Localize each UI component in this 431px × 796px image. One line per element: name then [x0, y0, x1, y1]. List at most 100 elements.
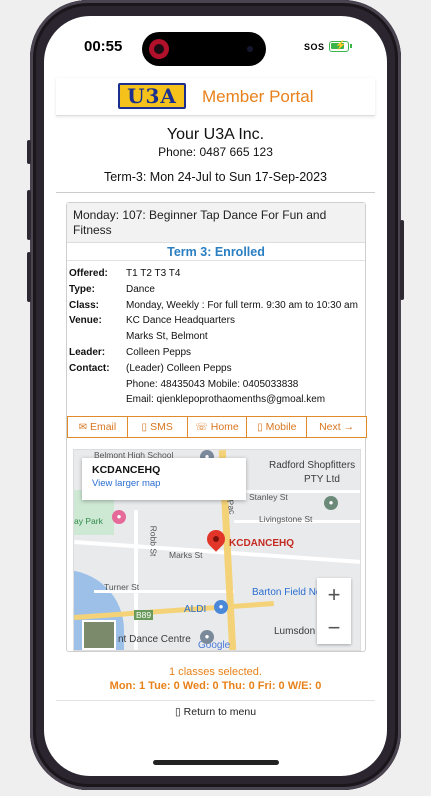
- pin-label: KCDANCEHQ: [229, 538, 294, 549]
- term-dates: Term-3: Mon 24-Jul to Sun 17-Sep-2023: [103, 170, 328, 184]
- map-label: B89: [134, 610, 154, 620]
- volume-up-button: [27, 190, 31, 240]
- detail-label: Class:: [69, 299, 100, 311]
- battery-charging-icon: ⚡: [329, 40, 352, 52]
- detail-label: Leader:: [69, 346, 106, 358]
- app-header: U3A Member Portal: [56, 78, 375, 116]
- venue-map[interactable]: Belmont High School Radford Shopfitters …: [73, 449, 361, 651]
- view-larger-map-link[interactable]: View larger map: [92, 478, 236, 489]
- location-marker-icon: ●: [324, 496, 338, 510]
- sms-button[interactable]: ▯ SMS: [126, 416, 188, 438]
- detail-row: Marks St, Belmont: [69, 329, 365, 345]
- location-marker-icon: ●: [200, 630, 214, 644]
- volume-down-button: [27, 252, 31, 302]
- contact-actions: ✉ Email ▯ SMS ☏ Home ▯ Mobile Next →: [67, 416, 367, 438]
- next-button-label: Next →: [319, 421, 355, 433]
- front-camera-icon: [247, 46, 253, 52]
- detail-row: Email: qienklepoprothaomenths@gmoal.kem: [69, 392, 365, 408]
- detail-row: Class: Monday, Weekly : For full term. 9:…: [69, 298, 365, 314]
- detail-value: Monday, Weekly : For full term. 9:30 am …: [126, 299, 358, 311]
- map-label: Marks St: [169, 550, 203, 560]
- mobile-button-label: Mobile: [265, 421, 297, 433]
- return-label: Return to menu: [183, 706, 257, 718]
- recording-indicator-icon: [149, 39, 169, 59]
- map-label: ay Park: [74, 516, 103, 526]
- map-label: Pac: [225, 498, 238, 516]
- return-to-menu-button[interactable]: ▯ Return to menu: [56, 700, 375, 722]
- page-content: U3A Member Portal Your U3A Inc. Phone: 0…: [56, 78, 375, 718]
- map-label: Turner St: [104, 582, 140, 592]
- email-button[interactable]: ✉ Email: [67, 416, 128, 438]
- portal-title: Member Portal: [202, 87, 314, 106]
- next-button[interactable]: Next →: [306, 416, 367, 438]
- org-phone: Phone: 0487 665 123: [158, 145, 273, 159]
- detail-label: Venue:: [69, 315, 102, 327]
- detail-row: Offered: T1 T2 T3 T4: [69, 266, 365, 282]
- sms-button-label: SMS: [150, 421, 173, 433]
- detail-label: Type:: [69, 283, 95, 295]
- dynamic-island: [142, 32, 266, 66]
- map-label: PTY Ltd: [304, 474, 340, 485]
- detail-value: Phone: 48435043 Mobile: 0405033838: [126, 378, 299, 390]
- home-phone-button[interactable]: ☏ Home: [186, 416, 248, 438]
- home-indicator[interactable]: [153, 760, 279, 765]
- u3a-logo[interactable]: U3A: [118, 83, 186, 109]
- shopping-icon: ●: [112, 510, 126, 524]
- divider: [56, 192, 375, 193]
- zoom-in-button[interactable]: +: [317, 578, 351, 611]
- map-label: Barton Field No: [252, 587, 322, 598]
- detail-value: (Leader) Colleen Pepps: [126, 362, 232, 374]
- day-counts: Mon: 1 Tue: 0 Wed: 0 Thu: 0 Fri: 0 W/E: …: [109, 680, 322, 692]
- course-title: Monday: 107: Beginner Tap Dance For Fun …: [67, 203, 365, 243]
- shopping-cart-icon: ●: [214, 600, 228, 614]
- detail-value: Marks St, Belmont: [126, 331, 208, 343]
- detail-row: Leader: Colleen Pepps: [69, 345, 365, 361]
- detail-label: Contact:: [69, 362, 110, 374]
- course-details: Offered: T1 T2 T3 T4 Type: Dance Class: Mon…: [69, 266, 365, 408]
- map-label: ALDI: [184, 604, 207, 615]
- detail-row: Contact: (Leader) Colleen Pepps: [69, 361, 365, 377]
- enrolment-status: Term 3: Enrolled: [167, 245, 265, 259]
- zoom-controls: + −: [317, 578, 351, 644]
- org-info: Your U3A Inc. Phone: 0487 665 123: [56, 126, 375, 159]
- detail-value: T1 T2 T3 T4: [126, 268, 181, 279]
- mobile-button[interactable]: ▯ Mobile: [246, 416, 308, 438]
- map-label: nt Dance Centre: [118, 634, 191, 645]
- detail-row: Phone: 48435043 Mobile: 0405033838: [69, 377, 365, 393]
- map-label: Stanley St: [249, 492, 288, 502]
- zoom-out-button[interactable]: −: [317, 611, 351, 644]
- selected-count: 1 classes selected.: [169, 666, 262, 678]
- map-info-box: KCDANCEHQ View larger map: [82, 458, 246, 500]
- detail-row: Type: Dance: [69, 282, 365, 298]
- map-label: Radford Shopfitters: [269, 460, 356, 471]
- map-road: [134, 510, 138, 650]
- map-label: Livingstone St: [259, 514, 313, 524]
- detail-value: Colleen Pepps: [126, 346, 192, 358]
- satellite-view-thumbnail[interactable]: [82, 620, 116, 650]
- selection-summary: 1 classes selected. Mon: 1 Tue: 0 Wed: 0…: [56, 666, 375, 692]
- detail-value[interactable]: Email: qienklepoprothaomenths@gmoal.kem: [126, 392, 325, 408]
- telephone-icon: ☏: [195, 421, 208, 433]
- phone-device-icon: ▯: [141, 421, 148, 433]
- detail-value: Dance: [126, 283, 155, 295]
- status-bar: 00:55 SOS ⚡: [44, 16, 387, 78]
- course-card: Monday: 107: Beginner Tap Dance For Fun …: [66, 202, 367, 652]
- phone-screen: 00:55 SOS ⚡ U3A Member Portal Your U3A I…: [44, 16, 387, 776]
- divider: [67, 260, 365, 261]
- map-label: Robb St: [148, 525, 159, 557]
- detail-row: Venue: KC Dance Headquarters: [69, 313, 365, 329]
- email-button-label: Email: [89, 421, 117, 433]
- phone-device-icon: ▯: [174, 706, 181, 718]
- detail-label: Offered:: [69, 268, 108, 279]
- phone-device-icon: ▯: [257, 421, 263, 433]
- org-name: Your U3A Inc.: [166, 126, 265, 143]
- place-name: KCDANCEHQ: [92, 464, 161, 476]
- sos-indicator: SOS: [304, 42, 325, 52]
- detail-value: KC Dance Headquarters: [126, 315, 235, 327]
- map-label: Lumsdon: [274, 626, 316, 637]
- clock: 00:55: [84, 38, 123, 55]
- mute-switch: [27, 140, 31, 164]
- home-button-label: Home: [210, 421, 239, 433]
- envelope-icon: ✉: [78, 421, 87, 433]
- power-button: [400, 220, 404, 300]
